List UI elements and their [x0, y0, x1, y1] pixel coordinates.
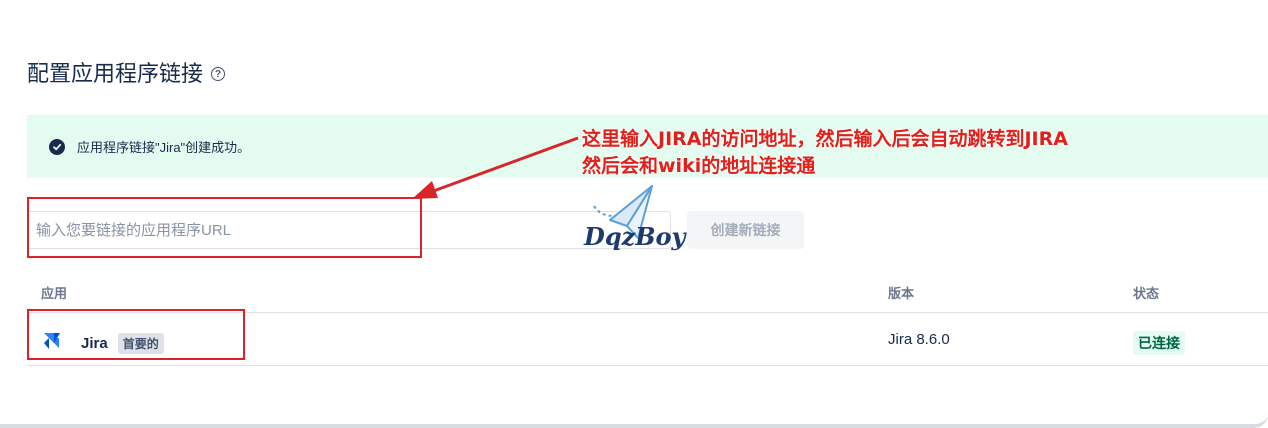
- annotation-line-1: 这里输入JIRA的访问地址，然后输入后会自动跳转到JIRA: [582, 128, 1068, 150]
- annotation-line-2: 然后会和wiki的地址连接通: [582, 155, 816, 177]
- annotation-callout: 这里输入JIRA的访问地址，然后输入后会自动跳转到JIRA 然后会和wiki的地…: [582, 126, 1068, 180]
- annotation-arrow: [412, 136, 579, 199]
